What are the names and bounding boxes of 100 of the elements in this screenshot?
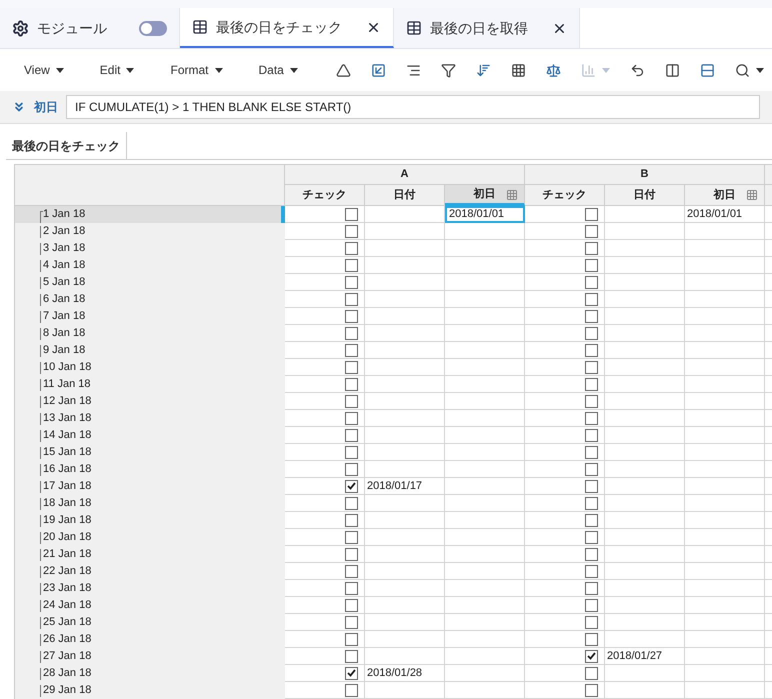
row-header[interactable]: 7 Jan 18 — [15, 308, 285, 325]
menu-button[interactable]: View — [16, 61, 72, 79]
checkbox[interactable] — [585, 428, 598, 442]
row-header[interactable]: 20 Jan 18 — [15, 529, 285, 546]
table-cell[interactable] — [445, 240, 525, 257]
checkbox[interactable] — [345, 666, 358, 680]
row-header[interactable]: 26 Jan 18 — [15, 631, 285, 648]
checkbox[interactable] — [585, 242, 598, 254]
checkbox[interactable] — [585, 564, 598, 578]
table-cell[interactable] — [605, 291, 685, 308]
table-cell[interactable] — [445, 444, 525, 461]
table-cell[interactable] — [605, 461, 685, 478]
table-cell[interactable] — [445, 393, 525, 410]
row-header[interactable]: 12 Jan 18 — [15, 393, 285, 410]
table-cell[interactable] — [685, 393, 765, 410]
table-cell[interactable] — [685, 427, 765, 444]
checkbox[interactable] — [345, 616, 358, 628]
checkbox[interactable] — [585, 258, 598, 272]
checkbox[interactable] — [585, 224, 598, 238]
table-cell[interactable] — [445, 274, 525, 291]
table-cell[interactable] — [445, 495, 525, 512]
table-cell[interactable] — [685, 308, 765, 325]
table-cell[interactable] — [685, 580, 765, 597]
checkbox[interactable] — [585, 412, 598, 424]
table-cell[interactable]: 2018/01/01 — [685, 206, 765, 223]
table-cell[interactable] — [605, 495, 685, 512]
table-cell[interactable] — [685, 376, 765, 393]
table-cell[interactable] — [605, 427, 685, 444]
table-cell[interactable] — [365, 631, 445, 648]
table-cell[interactable] — [365, 308, 445, 325]
checkbox[interactable] — [585, 276, 598, 288]
row-header[interactable]: 9 Jan 18 — [15, 342, 285, 359]
table-cell[interactable] — [445, 427, 525, 444]
table-cell[interactable] — [685, 546, 765, 563]
table-cell[interactable] — [445, 478, 525, 495]
table-cell[interactable] — [445, 665, 525, 682]
table-cell[interactable] — [685, 529, 765, 546]
table-cell[interactable] — [365, 393, 445, 410]
checkbox[interactable] — [345, 360, 358, 374]
table-cell[interactable] — [605, 614, 685, 631]
row-header[interactable]: 4 Jan 18 — [15, 257, 285, 274]
table-cell[interactable] — [365, 495, 445, 512]
sheet-tab[interactable]: 最後の日をチェック — [6, 132, 127, 159]
table-cell[interactable] — [605, 546, 685, 563]
table-cell[interactable] — [685, 631, 765, 648]
table-cell[interactable] — [365, 597, 445, 614]
checkbox[interactable] — [585, 684, 598, 696]
checkbox[interactable] — [585, 496, 598, 510]
table-cell[interactable] — [365, 461, 445, 478]
table-cell[interactable] — [605, 597, 685, 614]
table-cell[interactable] — [605, 342, 685, 359]
table-cell[interactable] — [445, 648, 525, 665]
table-cell[interactable] — [445, 410, 525, 427]
row-header[interactable]: 23 Jan 18 — [15, 580, 285, 597]
table-cell[interactable] — [445, 631, 525, 648]
checkbox[interactable] — [345, 564, 358, 578]
row-header[interactable]: 29 Jan 18 — [15, 682, 285, 699]
table-cell[interactable] — [685, 563, 765, 580]
table-cell[interactable] — [685, 597, 765, 614]
table-cell[interactable] — [685, 257, 765, 274]
table-cell[interactable] — [685, 359, 765, 376]
table-cell[interactable] — [605, 665, 685, 682]
row-header[interactable]: 25 Jan 18 — [15, 614, 285, 631]
checkbox[interactable] — [585, 208, 598, 220]
table-cell[interactable] — [685, 478, 765, 495]
row-header[interactable]: 24 Jan 18 — [15, 597, 285, 614]
checkbox[interactable] — [585, 632, 598, 646]
table-cell[interactable] — [685, 614, 765, 631]
table-cell[interactable] — [365, 240, 445, 257]
menu-button[interactable]: Data — [250, 61, 306, 79]
checkbox[interactable] — [345, 412, 358, 424]
table-cell[interactable] — [445, 546, 525, 563]
checkbox[interactable] — [585, 530, 598, 544]
column-header[interactable]: 日付 — [605, 185, 685, 206]
table-cell[interactable] — [365, 427, 445, 444]
checkbox[interactable] — [345, 224, 358, 238]
table-cell[interactable]: 2018/01/27 — [605, 648, 685, 665]
table-cell[interactable] — [685, 495, 765, 512]
checkbox[interactable] — [585, 378, 598, 390]
table-cell[interactable] — [365, 512, 445, 529]
table-cell[interactable] — [605, 257, 685, 274]
table-cell[interactable] — [605, 308, 685, 325]
table-cell[interactable] — [685, 291, 765, 308]
table-cell[interactable] — [605, 580, 685, 597]
checkbox[interactable] — [345, 326, 358, 340]
table-cell[interactable] — [605, 240, 685, 257]
table-cell[interactable] — [605, 478, 685, 495]
menu-button[interactable]: Edit — [92, 61, 142, 79]
table-cell[interactable]: 2018/01/28 — [365, 665, 445, 682]
table-cell[interactable] — [365, 648, 445, 665]
row-header[interactable]: 2 Jan 18 — [15, 223, 285, 240]
checkbox[interactable] — [345, 650, 358, 662]
checkbox[interactable] — [345, 292, 358, 306]
row-header[interactable]: 16 Jan 18 — [15, 461, 285, 478]
table-cell[interactable] — [445, 257, 525, 274]
row-header[interactable]: 15 Jan 18 — [15, 444, 285, 461]
column-header[interactable]: 初日 — [685, 185, 765, 206]
table-cell[interactable] — [605, 274, 685, 291]
checkbox[interactable] — [585, 446, 598, 458]
table-cell[interactable] — [445, 376, 525, 393]
